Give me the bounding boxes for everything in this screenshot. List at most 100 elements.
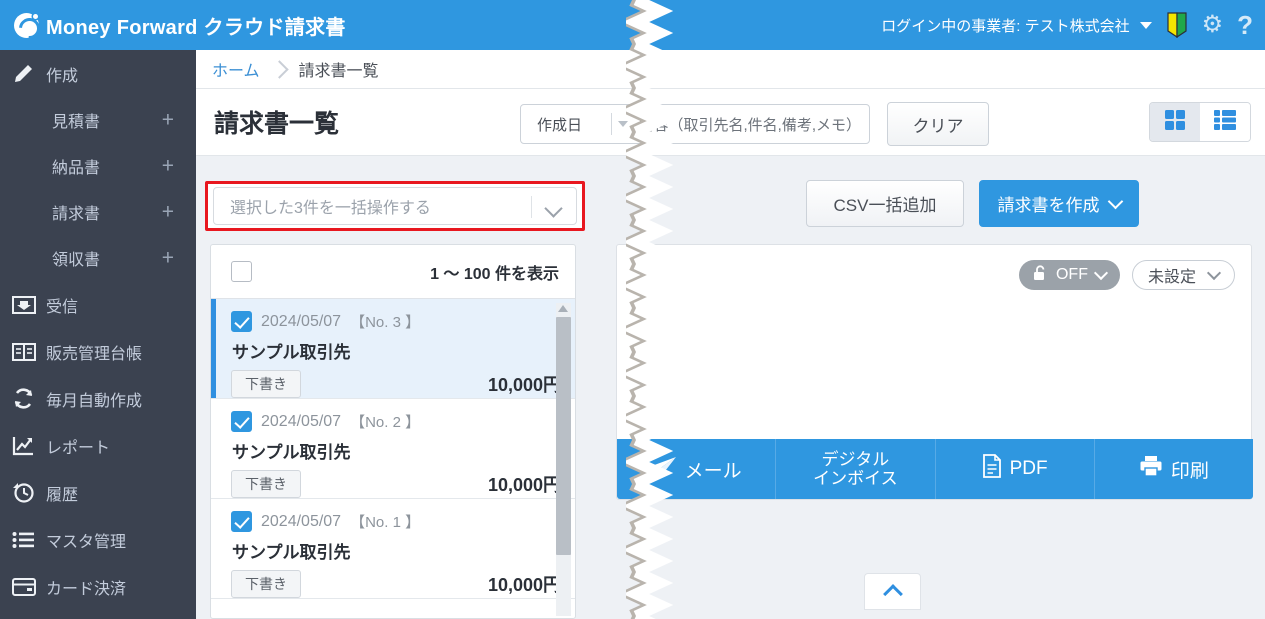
- sidebar-item-ledger[interactable]: 販売管理台帳: [0, 328, 196, 375]
- table-row[interactable]: 2024/05/07 【No. 2 】 サンプル取引先 下書き 10,000円: [211, 399, 575, 499]
- list-view-icon: [1213, 109, 1237, 136]
- list-scrollbar[interactable]: [556, 303, 571, 616]
- beginner-mark-icon[interactable]: [1166, 12, 1188, 38]
- list-icon: [12, 531, 46, 549]
- refresh-icon: [12, 387, 46, 410]
- clear-button[interactable]: クリア: [887, 102, 989, 146]
- pencil-icon: [12, 63, 46, 85]
- list-view-button[interactable]: [1200, 103, 1250, 141]
- chevron-right-icon: [269, 59, 289, 79]
- status-badge: 下書き: [231, 470, 301, 498]
- page-title: 請求書一覧: [214, 110, 340, 138]
- plus-icon[interactable]: +: [162, 110, 174, 131]
- create-invoice-button[interactable]: 請求書を作成: [979, 180, 1139, 227]
- row-amount: 10,000円: [487, 375, 561, 395]
- chevron-down-icon: [1093, 265, 1109, 281]
- row-meta: 2024/05/07 【No. 2 】: [231, 411, 561, 432]
- breadcrumb-home[interactable]: ホーム: [212, 57, 260, 81]
- sidebar-item-label: 見積書: [52, 114, 101, 131]
- chevron-down-icon: [1206, 265, 1222, 281]
- sidebar-item-report[interactable]: レポート: [0, 422, 196, 469]
- sidebar-item-monthly-auto[interactable]: 毎月自動作成: [0, 375, 196, 422]
- brand-logo[interactable]: Money Forward クラウド請求書: [14, 11, 346, 40]
- sidebar-item-history[interactable]: 履歴: [0, 469, 196, 516]
- row-date: 2024/05/07: [261, 512, 342, 530]
- grid-view-button[interactable]: [1150, 103, 1200, 141]
- bulk-operation-placeholder: 選択した3件を一括操作する: [230, 200, 431, 217]
- date-type-select[interactable]: 作成日: [529, 114, 604, 135]
- row-number: 【No. 3 】: [350, 314, 421, 331]
- scroll-to-top-button[interactable]: [864, 573, 921, 610]
- plus-icon[interactable]: +: [162, 202, 174, 223]
- chevron-up-icon: [882, 584, 903, 604]
- inbox-icon: [12, 295, 46, 315]
- divider: [531, 196, 532, 218]
- help-question-icon[interactable]: ?: [1237, 12, 1253, 38]
- row-checkbox[interactable]: [231, 511, 252, 532]
- sidebar-item-delivery[interactable]: 納品書 +: [0, 143, 196, 189]
- gear-icon[interactable]: ⚙: [1202, 13, 1224, 37]
- pdf-button[interactable]: PDF: [936, 439, 1095, 499]
- paper-plane-icon: [651, 455, 677, 483]
- header-right-group: ログイン中の事業者: テスト株式会社 ⚙ ?: [881, 0, 1253, 50]
- search-box[interactable]: 作成日 内容（取引先名,件名,備考,メモ）: [520, 104, 870, 144]
- view-toggle: [1149, 102, 1251, 142]
- mail-button[interactable]: メール: [617, 439, 777, 499]
- public-link-toggle[interactable]: OFF: [1018, 260, 1120, 290]
- row-amount: 10,000円: [487, 575, 561, 595]
- plus-icon[interactable]: +: [162, 156, 174, 177]
- scroll-up-arrow-icon[interactable]: [558, 305, 568, 312]
- body-area: 選択した3件を一括操作する CSV一括追加 請求書を作成 1 ～ 100 件を表…: [196, 156, 1265, 619]
- status-select[interactable]: 未設定: [1131, 260, 1235, 290]
- row-checkbox[interactable]: [231, 411, 252, 432]
- public-link-toggle-label: OFF: [1055, 266, 1088, 283]
- sidebar-item-create[interactable]: 作成: [0, 50, 196, 97]
- divider: [610, 113, 612, 135]
- table-row[interactable]: 2024/05/07 【No. 1 】 サンプル取引先 下書き 10,000円: [211, 499, 575, 599]
- table-row[interactable]: 2024/05/07 【No. 3 】 サンプル取引先 下書き 10,000円: [211, 299, 575, 399]
- row-date: 2024/05/07: [261, 412, 342, 430]
- status-select-label: 未設定: [1147, 269, 1196, 286]
- print-button[interactable]: 印刷: [1095, 439, 1253, 499]
- bulk-operation-select[interactable]: 選択した3件を一括操作する: [213, 187, 577, 225]
- chevron-down-icon: [1107, 193, 1123, 209]
- unlock-icon: [1033, 264, 1048, 286]
- preview-controls: OFF 未設定: [1018, 260, 1235, 290]
- bulk-operation-highlight: 選択した3件を一括操作する: [205, 181, 585, 231]
- digital-invoice-button[interactable]: デジタル インボイス: [776, 439, 936, 499]
- preview-gap: [616, 570, 1252, 619]
- chevron-down-icon[interactable]: [1139, 21, 1152, 29]
- select-all-checkbox[interactable]: [231, 261, 252, 282]
- row-footer: 下書き 10,000円: [231, 370, 561, 398]
- sidebar-item-label: マスタ管理: [46, 533, 127, 551]
- chevron-down-icon[interactable]: [618, 121, 629, 127]
- sidebar-item-estimate[interactable]: 見積書 +: [0, 97, 196, 143]
- scrollbar-thumb[interactable]: [556, 317, 571, 555]
- sidebar: 作成 見積書 + 納品書 + 請求書 + 領収書 + 受信 販売管理台帳 毎月自…: [0, 50, 196, 619]
- row-partner: サンプル取引先: [232, 443, 351, 462]
- row-date: 2024/05/07: [261, 312, 342, 330]
- invoice-list-panel: 1 ～ 100 件を表示 2024/05/07 【No. 3 】 サンプル取引先…: [210, 244, 576, 619]
- pdf-button-label: PDF: [1009, 458, 1048, 479]
- sidebar-item-label: 毎月自動作成: [46, 392, 143, 410]
- search-input-placeholder[interactable]: 内容（取引先名,件名,備考,メモ）: [638, 114, 861, 135]
- csv-bulk-add-button[interactable]: CSV一括追加: [806, 180, 964, 227]
- sidebar-item-receipt[interactable]: 領収書 +: [0, 235, 196, 281]
- row-meta: 2024/05/07 【No. 1 】: [231, 511, 561, 532]
- account-label: ログイン中の事業者: テスト株式会社: [881, 17, 1130, 35]
- row-footer: 下書き 10,000円: [231, 570, 561, 598]
- sidebar-item-card-payment[interactable]: カード決済: [0, 563, 196, 610]
- sidebar-item-invoice[interactable]: 請求書 +: [0, 189, 196, 235]
- top-header-bar: Money Forward クラウド請求書 ログイン中の事業者: テスト株式会社…: [0, 0, 1265, 50]
- chevron-down-icon[interactable]: [544, 199, 563, 218]
- sidebar-item-master[interactable]: マスタ管理: [0, 516, 196, 563]
- row-checkbox[interactable]: [231, 311, 252, 332]
- preview-action-toolbar: メール デジタル インボイス PDF 印刷: [617, 439, 1253, 499]
- plus-icon[interactable]: +: [162, 248, 174, 269]
- mf-logo-icon: [14, 12, 39, 38]
- sidebar-item-receive[interactable]: 受信: [0, 281, 196, 328]
- book-icon: [12, 342, 46, 362]
- status-badge: 下書き: [231, 370, 301, 398]
- row-partner: サンプル取引先: [232, 343, 351, 362]
- brand-title: Money Forward クラウド請求書: [46, 16, 346, 39]
